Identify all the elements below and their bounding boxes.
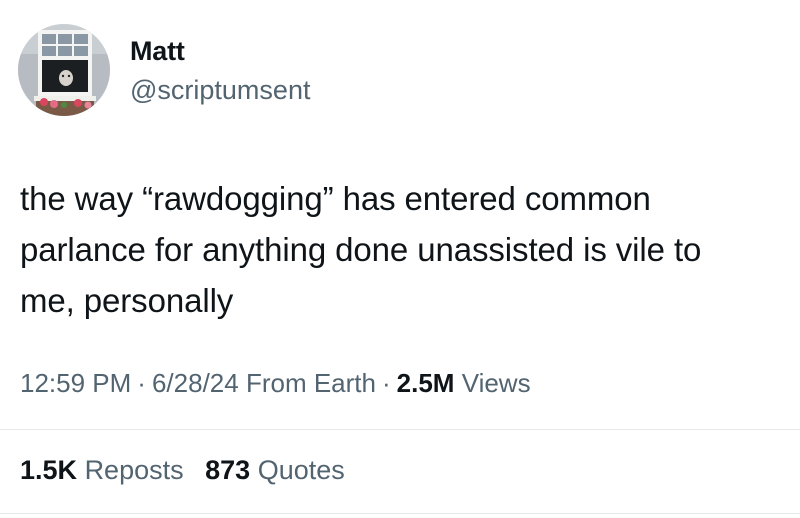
- quotes-stat[interactable]: 873 Quotes: [205, 455, 345, 486]
- divider: [0, 513, 800, 514]
- reposts-count: 1.5K: [20, 455, 78, 485]
- reposts-stat[interactable]: 1.5K Reposts: [20, 455, 184, 486]
- author-handle[interactable]: @scriptumsent: [130, 75, 310, 106]
- quotes-count: 873: [205, 455, 251, 485]
- avatar[interactable]: [18, 24, 110, 116]
- profile-photo-icon: [18, 24, 110, 116]
- tweet-time[interactable]: 12:59 PM: [20, 368, 131, 398]
- tweet-date[interactable]: 6/28/24: [152, 368, 239, 398]
- engagement-stats: 1.5K Reposts 873 Quotes: [20, 455, 345, 486]
- tweet-card: Matt @scriptumsent the way “rawdogging” …: [0, 0, 800, 518]
- views-count: 2.5M: [396, 368, 455, 398]
- author-display-name[interactable]: Matt: [130, 36, 185, 67]
- tweet-source: From Earth: [245, 368, 376, 398]
- tweet-metadata: 12:59 PM · 6/28/24 From Earth · 2.5M Views: [20, 368, 531, 399]
- tweet-text: the way “rawdogging” has entered common …: [20, 180, 702, 319]
- meta-separator: ·: [381, 368, 391, 398]
- divider: [0, 429, 800, 430]
- reposts-label: Reposts: [84, 455, 184, 485]
- views-label: Views: [461, 368, 531, 398]
- quotes-label: Quotes: [257, 455, 345, 485]
- meta-separator: ·: [137, 368, 146, 398]
